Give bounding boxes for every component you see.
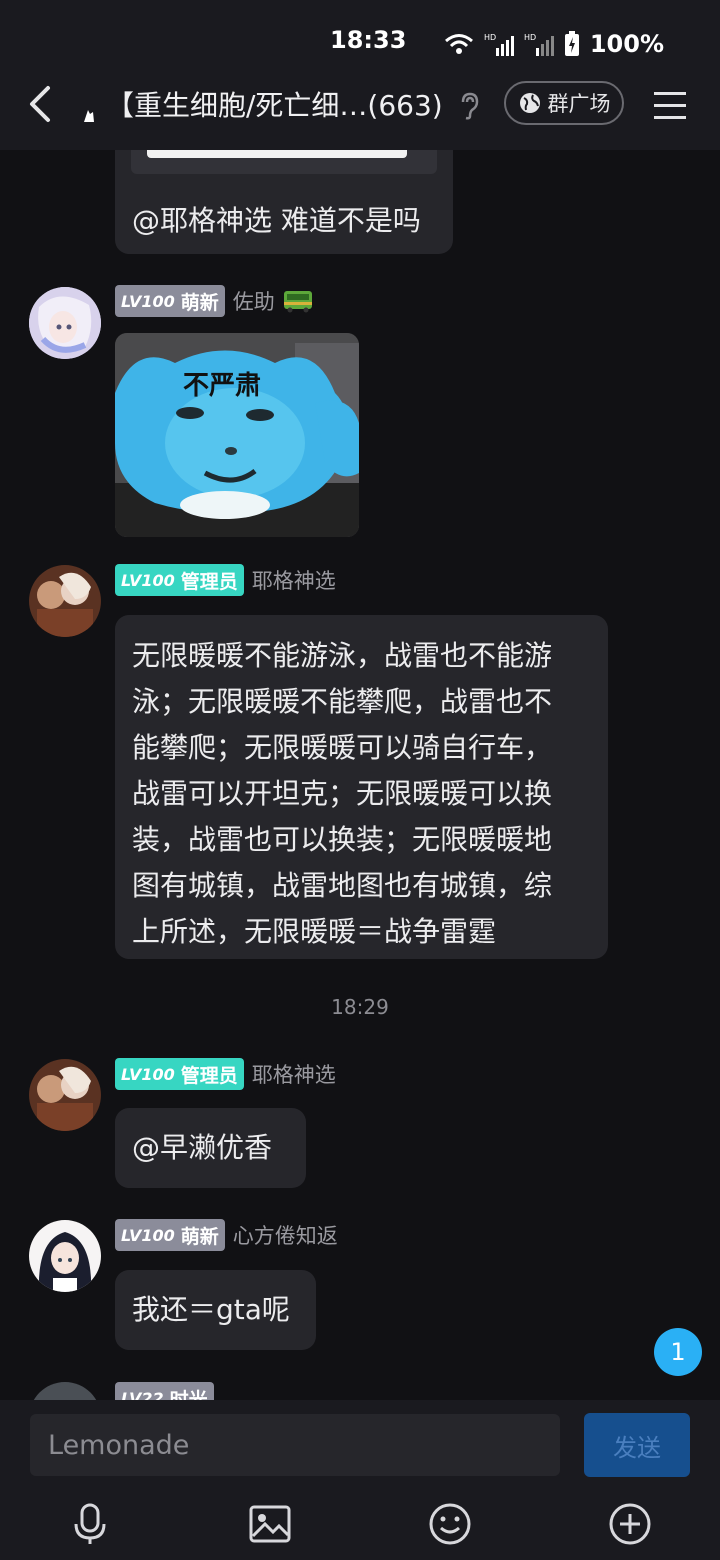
avatar[interactable] bbox=[29, 1059, 101, 1131]
signal-icon: HD bbox=[484, 33, 514, 56]
message-input[interactable]: Lemonade bbox=[30, 1414, 560, 1476]
level-label: LV100 bbox=[121, 291, 175, 311]
status-icons: HD HD 100% bbox=[444, 30, 664, 58]
message-line: 装，战雷也可以换装；无限暖暖地 bbox=[132, 823, 553, 856]
sender-name[interactable]: 心方倦知返 bbox=[233, 1220, 338, 1250]
group-avatar-icon bbox=[80, 98, 98, 122]
hearing-icon[interactable] bbox=[458, 92, 480, 120]
admin-badge: LV100 管理员 bbox=[115, 564, 244, 596]
message-bubble[interactable]: 无限暖暖不能游泳，战雷也不能游 泳；无限暖暖不能攀爬，战雷也不 能攀爬；无限暖暖… bbox=[115, 615, 608, 959]
avatar[interactable] bbox=[29, 565, 101, 637]
admin-badge: LV100 管理员 bbox=[115, 1058, 244, 1090]
message-text: 我还＝gta呢 bbox=[132, 1293, 290, 1326]
menu-icon[interactable] bbox=[650, 88, 690, 122]
avatar[interactable] bbox=[29, 1382, 101, 1400]
level-label: LV100 bbox=[121, 1064, 175, 1084]
message-text: @耶格神选 难道不是吗 bbox=[132, 204, 421, 237]
message-line: 泳；无限暖暖不能攀爬，战雷也不 bbox=[132, 685, 553, 718]
microphone-icon[interactable] bbox=[68, 1502, 112, 1546]
unread-count-badge[interactable]: 1 bbox=[654, 1328, 702, 1376]
sender-name[interactable]: 耶格神选 bbox=[252, 565, 336, 595]
chat-list[interactable]: @耶格神选 难道不是吗 LV100 萌新 佐助 不严肃 LV100 管理员 耶格… bbox=[0, 150, 720, 1400]
message-meta: LV100 萌新 心方倦知返 bbox=[115, 1219, 338, 1251]
group-title[interactable]: 【重生细胞/死亡细…(663) bbox=[80, 84, 480, 124]
svg-text:HD: HD bbox=[524, 33, 536, 42]
message-bubble[interactable]: @早濑优香 bbox=[115, 1108, 306, 1188]
message-line: 无限暖暖不能游泳，战雷也不能游 bbox=[132, 639, 553, 672]
message-meta: LV100 萌新 佐助 bbox=[115, 285, 313, 317]
send-button[interactable]: 发送 bbox=[584, 1413, 690, 1477]
message-meta: LV22 时光 bbox=[115, 1382, 214, 1400]
status-time: 18:33 bbox=[330, 26, 407, 54]
message-text: @早濑优香 bbox=[132, 1131, 273, 1164]
battery-icon bbox=[564, 31, 579, 56]
back-icon[interactable] bbox=[22, 82, 62, 126]
svg-text:HD: HD bbox=[484, 33, 496, 42]
group-title-text: 【重生细胞/死亡细…(663) bbox=[106, 89, 443, 122]
group-plaza-label: 群广场 bbox=[547, 92, 611, 116]
message-line: 上所述，无限暖暖＝战争雷霆 bbox=[132, 915, 497, 948]
wifi-icon bbox=[444, 34, 473, 54]
avatar[interactable] bbox=[29, 287, 101, 359]
level-label: LV100 bbox=[121, 1225, 175, 1245]
newbie-badge: LV100 萌新 bbox=[115, 1219, 225, 1251]
quoted-image-preview[interactable] bbox=[131, 150, 437, 174]
bus-icon bbox=[283, 291, 312, 313]
message-line: 能攀爬；无限暖暖可以骑自行车， bbox=[132, 731, 553, 764]
globe-icon bbox=[519, 93, 540, 113]
time-divider: 18:29 bbox=[331, 995, 389, 1019]
sender-name[interactable]: 佐助 bbox=[233, 286, 275, 316]
role-label: 时光 bbox=[169, 1388, 208, 1401]
input-bar: Lemonade 发送 bbox=[0, 1400, 720, 1560]
emoji-icon[interactable] bbox=[428, 1502, 472, 1546]
top-bar: 18:33 HD HD 100% 【重生细胞/死亡细…(663) 群广场 bbox=[0, 0, 720, 150]
role-label: 管理员 bbox=[180, 1064, 238, 1087]
newbie-badge: LV22 时光 bbox=[115, 1382, 214, 1400]
image-icon[interactable] bbox=[248, 1502, 292, 1546]
newbie-badge: LV100 萌新 bbox=[115, 285, 225, 317]
level-label: LV22 bbox=[121, 1388, 164, 1401]
avatar[interactable] bbox=[29, 1220, 101, 1292]
level-label: LV100 bbox=[121, 570, 175, 590]
battery-percent: 100% bbox=[589, 30, 664, 58]
add-icon[interactable] bbox=[608, 1502, 652, 1546]
sticker-image[interactable]: 不严肃 bbox=[115, 333, 359, 537]
sticker-caption: 不严肃 bbox=[183, 371, 262, 401]
group-plaza-button[interactable]: 群广场 bbox=[504, 81, 624, 125]
message-meta: LV100 管理员 耶格神选 bbox=[115, 564, 336, 596]
message-line: 战雷可以开坦克；无限暖暖可以换 bbox=[132, 777, 553, 810]
message-bubble[interactable]: @耶格神选 难道不是吗 bbox=[115, 150, 453, 254]
message-bubble[interactable]: 我还＝gta呢 bbox=[115, 1270, 316, 1350]
signal-icon-2: HD bbox=[524, 33, 554, 56]
sender-name[interactable]: 耶格神选 bbox=[252, 1059, 336, 1089]
message-meta: LV100 管理员 耶格神选 bbox=[115, 1058, 336, 1090]
role-label: 萌新 bbox=[180, 1225, 219, 1248]
role-label: 管理员 bbox=[180, 570, 238, 593]
message-line: 图有城镇，战雷地图也有城镇，综 bbox=[132, 869, 553, 902]
role-label: 萌新 bbox=[180, 291, 219, 314]
